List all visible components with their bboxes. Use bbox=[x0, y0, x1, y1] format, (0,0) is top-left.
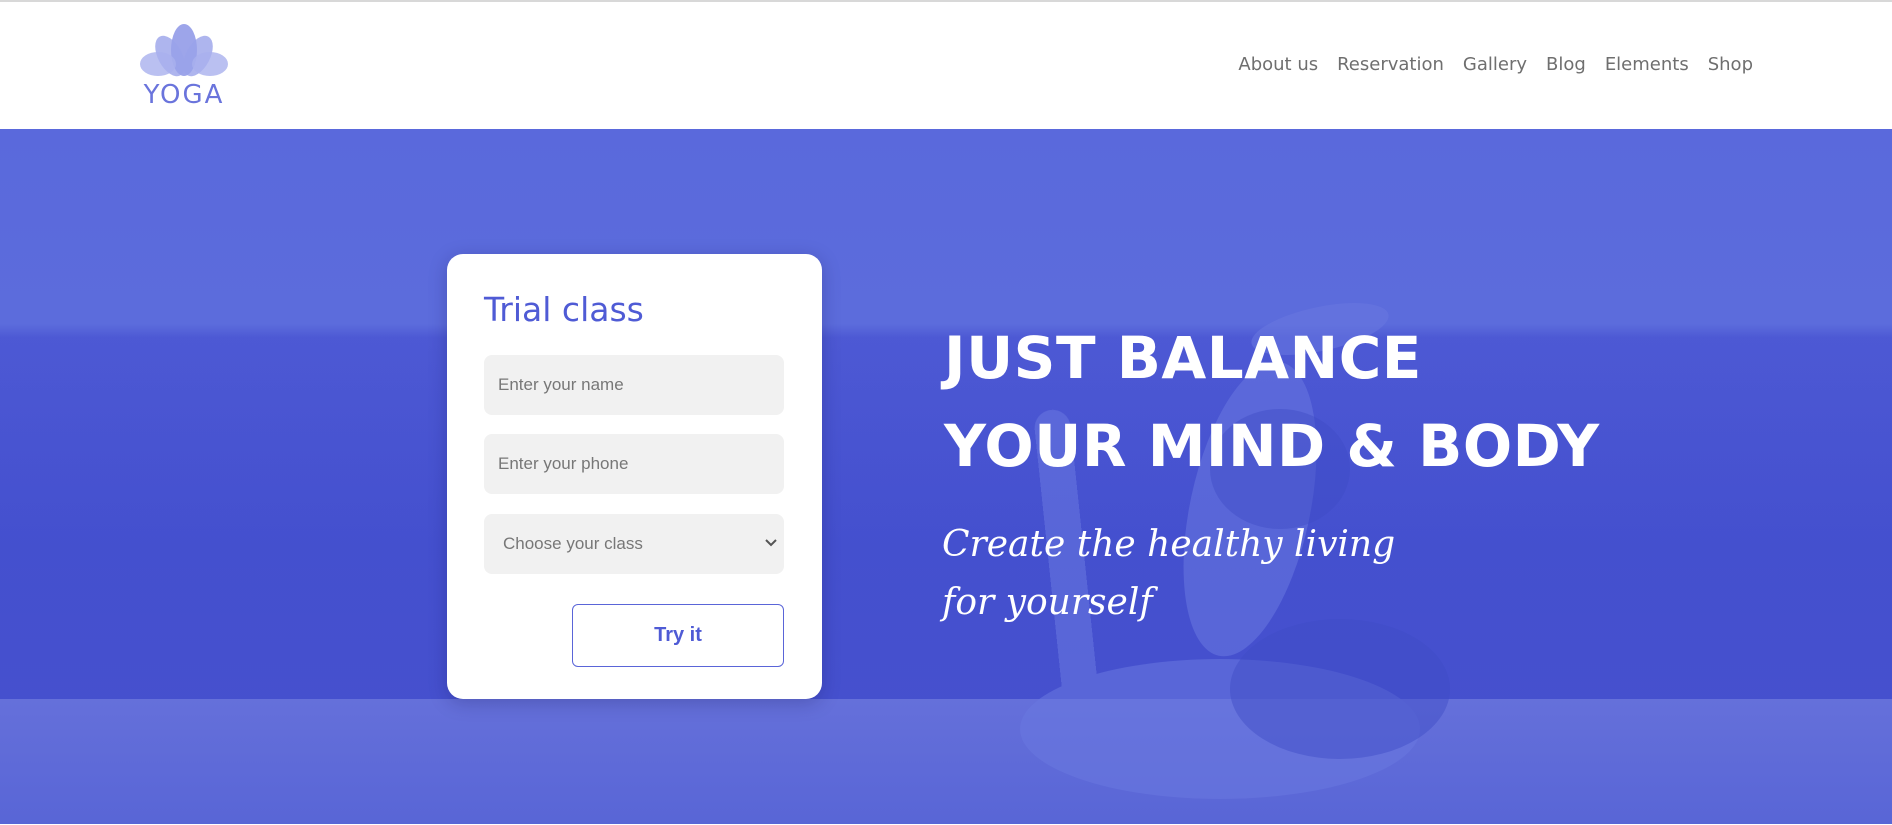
nav-item-elements[interactable]: Elements bbox=[1605, 54, 1689, 75]
nav-item-about-us[interactable]: About us bbox=[1238, 54, 1318, 75]
name-input-placeholder: Enter your name bbox=[498, 375, 624, 394]
name-input[interactable]: Enter your name bbox=[484, 355, 784, 415]
hero-tagline-line2: for yourself bbox=[942, 582, 1153, 623]
nav-item-shop[interactable]: Shop bbox=[1708, 54, 1753, 75]
class-select-value: Choose your class bbox=[503, 534, 643, 553]
hero-headline-line1: JUST BALANCE bbox=[944, 324, 1422, 392]
main-nav: About us Reservation Gallery Blog Elemen… bbox=[1219, 54, 1753, 75]
class-select[interactable]: Choose your class bbox=[484, 514, 784, 574]
lotus-icon bbox=[140, 24, 228, 77]
chevron-down-icon bbox=[765, 539, 777, 547]
try-it-button[interactable]: Try it bbox=[572, 604, 784, 667]
yoga-pose-image bbox=[1020, 303, 1450, 799]
phone-input[interactable]: Enter your phone bbox=[484, 434, 784, 494]
hero-section: JUST BALANCE YOUR MIND & BODY Create the… bbox=[0, 129, 1892, 825]
nav-item-reservation[interactable]: Reservation bbox=[1337, 54, 1444, 75]
hero-headline-line2: YOUR MIND & BODY bbox=[944, 412, 1600, 480]
trial-class-form: Trial class Enter your name Enter your p… bbox=[447, 254, 822, 699]
logo-text: YOGA bbox=[143, 80, 225, 110]
logo[interactable]: YOGA bbox=[138, 20, 230, 110]
nav-item-gallery[interactable]: Gallery bbox=[1463, 54, 1527, 75]
nav-item-blog[interactable]: Blog bbox=[1546, 54, 1586, 75]
hero-tagline-line1: Create the healthy living bbox=[942, 524, 1396, 565]
site-header: YOGA About us Reservation Gallery Blog E… bbox=[0, 2, 1892, 129]
phone-input-placeholder: Enter your phone bbox=[498, 454, 629, 473]
form-title: Trial class bbox=[484, 290, 644, 329]
